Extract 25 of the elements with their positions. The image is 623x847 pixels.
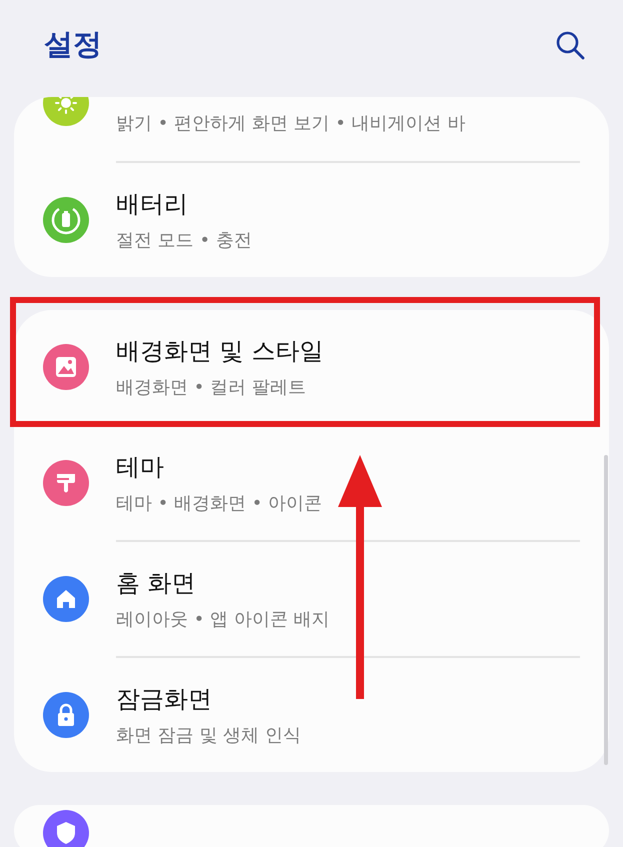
shield-icon bbox=[55, 821, 77, 845]
settings-item[interactable]: 홈 화면 레이아웃 • 앱 아이콘 배지 bbox=[14, 542, 609, 656]
paint-brush-icon bbox=[54, 471, 78, 495]
item-subtitle: 밝기 • 편안하게 화면 보기 • 내비게이션 바 bbox=[116, 112, 466, 135]
settings-item[interactable]: 테마 테마 • 배경화면 • 아이콘 bbox=[14, 426, 609, 540]
settings-item[interactable]: 밝기 • 편안하게 화면 보기 • 내비게이션 바 bbox=[14, 97, 609, 161]
page-title: 설정 bbox=[44, 26, 102, 62]
item-subtitle: 화면 잠금 및 생체 인식 bbox=[116, 724, 301, 747]
lock-icon bbox=[56, 703, 76, 727]
item-subtitle: 레이아웃 • 앱 아이콘 배지 bbox=[116, 608, 330, 631]
item-subtitle: 테마 • 배경화면 • 아이콘 bbox=[116, 492, 322, 515]
item-subtitle: 배경화면 • 컬러 팔레트 bbox=[116, 376, 307, 399]
sun-icon bbox=[53, 97, 79, 116]
home-icon bbox=[55, 588, 77, 610]
settings-item[interactable]: 잠금화면 화면 잠금 및 생체 인식 bbox=[14, 658, 609, 772]
search-button[interactable] bbox=[555, 30, 585, 60]
item-title: 배터리 bbox=[116, 189, 189, 220]
settings-item[interactable]: 배경화면 및 스타일 배경화면 • 컬러 팔레트 bbox=[14, 310, 609, 424]
item-title: 잠금화면 bbox=[116, 684, 213, 715]
item-title: 배경화면 및 스타일 bbox=[116, 336, 324, 367]
item-subtitle: 절전 모드 • 충전 bbox=[116, 229, 252, 252]
item-title: 홈 화면 bbox=[116, 568, 197, 599]
image-icon bbox=[55, 356, 77, 378]
item-title: 테마 bbox=[116, 452, 165, 483]
settings-item[interactable]: 배터리 절전 모드 • 충전 bbox=[14, 163, 609, 277]
